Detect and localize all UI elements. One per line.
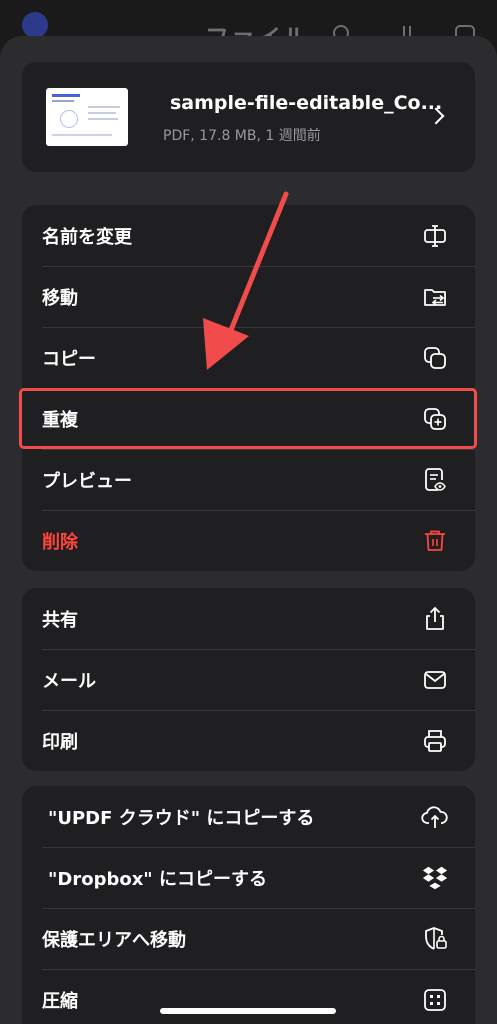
home-indicator[interactable] <box>160 1008 336 1014</box>
annotation-arrow <box>203 191 289 370</box>
